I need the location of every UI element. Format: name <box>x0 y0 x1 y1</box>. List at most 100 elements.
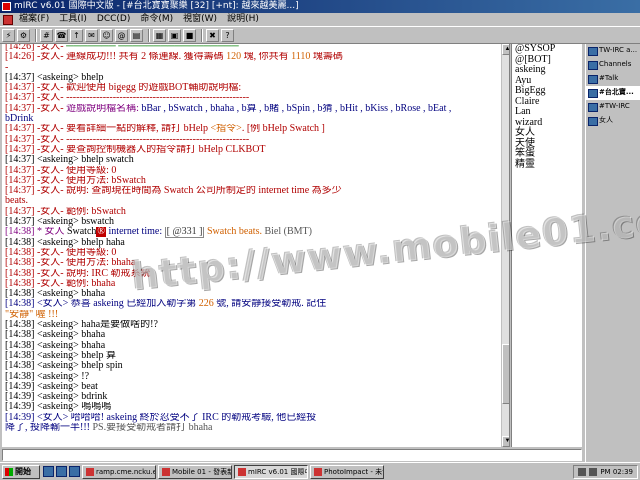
chat-input[interactable] <box>2 449 582 461</box>
chat-scrollbar[interactable]: ▲ ▼ <box>501 44 509 447</box>
taskbar-button[interactable]: mIRC v6.01 國際中... <box>234 464 308 479</box>
cascade-icon[interactable]: ▣ <box>168 28 181 42</box>
chat-line: [14:37] -女人- 使用方法: bSwatch <box>5 176 499 186</box>
chat-text: "安靜" 喔 !!! <box>5 309 59 320</box>
chat-log[interactable]: [14:26] -女人- ─────── ───────────────── [1… <box>2 44 510 447</box>
urls-icon[interactable]: @ <box>115 28 128 42</box>
help-icon[interactable]: ? <box>221 28 234 42</box>
chat-text: [14:26] -女人- <box>5 44 67 52</box>
connect-icon[interactable]: ⚡ <box>2 28 15 42</box>
chat-text: [14:37] -女人- 要查詢控制機器人的指令請打 bHelp CLKBOT <box>5 144 266 155</box>
chat-line: beats. <box>5 196 499 206</box>
dcc-chat-icon[interactable]: ✉ <box>85 28 98 42</box>
chat-line: [14:37] -女人- ---------------------------… <box>5 135 499 145</box>
taskbar-button-label: ramp.cme.ncku.edu.tw... <box>96 467 155 476</box>
chat-text: [14:38] * 女人 <box>5 227 67 238</box>
taskbar-button[interactable]: ramp.cme.ncku.edu.tw... <box>82 464 156 479</box>
volume-icon[interactable] <box>578 467 587 476</box>
switchbar-item[interactable]: 女人 <box>586 114 640 128</box>
chat-text: [14:38] <askeing> bhelp haha <box>5 237 125 248</box>
app-icon <box>86 467 94 476</box>
chat-line: [14:37] <askeing> bswatch <box>5 217 499 227</box>
taskbar-button-label: PhotoImpact - 未命... <box>324 467 383 476</box>
nick-item[interactable]: @SYSOP <box>512 44 582 55</box>
chat-text: [14:37] <askeing> bswatch <box>5 217 115 228</box>
chat-text: 塊籌碼 <box>310 52 343 63</box>
switchbar-item[interactable]: TW-IRC a... <box>586 44 640 58</box>
menu-window[interactable]: 視窗(W) <box>178 13 222 26</box>
log-icon[interactable]: ▤ <box>130 28 143 42</box>
chat-text: [14:39] <askeing> 嗚嗚嗚 <box>5 402 112 413</box>
chat-text: <指令> <box>210 124 242 135</box>
chat-line: [14:37] -女人- 遊戲說明檔名稱: bBar , bSwatch , b… <box>5 104 499 114</box>
chat-text: [14:38] -女人- 使用等級: 0 <box>5 247 117 258</box>
mirc-app-icon[interactable] <box>2 2 11 11</box>
chat-text: [14:38] -女人- 說明: IRC 勒戒系統 <box>5 268 151 279</box>
chat-line: [14:26] -女人- ─────── ───────────────── <box>5 44 499 52</box>
chat-line: [14:38] <askeing> !? <box>5 372 499 382</box>
channels-icon[interactable]: # <box>40 28 53 42</box>
chat-text: Swatch <box>66 227 97 238</box>
switchbar-item[interactable]: #TW-IRC <box>586 100 640 114</box>
scroll-thumb[interactable] <box>502 344 509 404</box>
chat-line: [14:39] <askeing> bdrink <box>5 392 499 402</box>
toolbar-separator <box>201 28 203 42</box>
task-buttons: ramp.cme.ncku.edu.tw... Mobile 01 - 發表新..… <box>82 464 386 479</box>
chat-text: [14:37] <askeing> bhelp swatch <box>5 155 134 166</box>
chat-text: [14:38] <askeing> haha是要做啥的!? <box>5 320 158 331</box>
nick-item[interactable]: Lan <box>512 106 582 118</box>
colors-icon[interactable]: ■ <box>183 28 196 42</box>
menu-help[interactable]: 說明(H) <box>222 13 264 26</box>
chat-text: [14:39] <女人> 哈哈哈! askeing 終於忍受不了 IRC 的勒戒… <box>5 412 317 423</box>
switchbar-item[interactable]: Channels <box>586 58 640 72</box>
tile-icon[interactable]: ▦ <box>153 28 166 42</box>
chat-line: [14:37] <askeing> bhelp swatch <box>5 155 499 165</box>
chat-text: [14:37] -女人- 範例: bSwatch <box>5 206 126 217</box>
chat-line: [14:38] <askeing> bhelp 算 <box>5 351 499 361</box>
chat-text: [14:38] <女人> 恭喜 askeing 已經加入勒字第 <box>5 299 199 310</box>
nick-item[interactable]: askeing <box>512 64 582 76</box>
nick-item[interactable]: 笨蛋 <box>512 148 582 160</box>
start-button[interactable]: 開始 <box>2 464 40 479</box>
browser-quicklaunch-icon[interactable] <box>56 466 67 477</box>
taskbar-button[interactable]: Mobile 01 - 發表新... <box>158 464 232 479</box>
chat-text: [ @331 ] <box>164 227 205 238</box>
menu-commands[interactable]: 命令(M) <box>135 13 178 26</box>
chat-text: [14:38] -女人- 範例: bhaha <box>5 278 116 289</box>
menu-file[interactable]: 檔案(F) <box>14 13 54 26</box>
dcc-send-icon[interactable]: ↑ <box>70 28 83 42</box>
mail-quicklaunch-icon[interactable] <box>69 466 80 477</box>
stop-icon[interactable]: ✖ <box>206 28 219 42</box>
notify-icon[interactable]: ☺ <box>100 28 113 42</box>
desktop-icon[interactable] <box>43 466 54 477</box>
menu-tools[interactable]: 工具(I) <box>54 13 92 26</box>
switchbar-item[interactable]: #台北寶... <box>586 86 640 100</box>
chat-line: [14:38] <askeing> bhaha <box>5 330 499 340</box>
switchbar-item[interactable]: #Talk <box>586 72 640 86</box>
chat-text: [14:38] <askeing> bhaha <box>5 289 106 300</box>
address-book-icon[interactable]: ☎ <box>55 28 68 42</box>
nick-list[interactable]: @SYSOP @[BOT] askeing Ayu BigEgg Claire Lan wiz… <box>511 44 582 447</box>
chat-text: [14:37] -女人- <box>5 103 67 114</box>
system-menu-icon[interactable] <box>0 13 14 26</box>
nick-item[interactable]: 女人 <box>512 127 582 139</box>
nick-item[interactable]: BigEgg <box>512 85 582 97</box>
chat-text: [14:38] <askeing> bhelp spin <box>5 361 123 372</box>
chat-text: 號, 請安靜接受勒戒. 記住 <box>213 299 327 310</box>
nick-item[interactable]: 精靈 <box>512 159 582 171</box>
network-icon[interactable] <box>589 467 598 476</box>
menu-dcc[interactable]: DCC(D) <box>92 13 135 26</box>
chat-text: [14:37] -女人- ---------------------------… <box>5 134 250 145</box>
chat-text: [14:37] -女人- 歡迎使用 bigegg 的遊戲BOT輔助說明檔: <box>5 83 242 94</box>
clock: PM 02:39 <box>600 467 633 476</box>
chat-text: ® <box>96 227 107 238</box>
chat-text: [14:38] <askeing> !? <box>5 371 90 382</box>
scroll-down-arrow-icon[interactable]: ▼ <box>502 436 509 447</box>
options-icon[interactable]: ⚙ <box>17 28 30 42</box>
chat-line: [14:37] -女人- 說明: 查詢現在時間為 Swatch 公司所制定的 i… <box>5 186 499 196</box>
chat-line: "安靜" 喔 !!! <box>5 310 499 320</box>
taskbar-button[interactable]: PhotoImpact - 未命... <box>310 464 384 479</box>
switchbar: TW-IRC a... Channels #Talk #台北寶... #TW-IRC 女人 <box>585 44 640 462</box>
chat-text: [14:37] -女人- 使用方法: bSwatch <box>5 175 146 186</box>
scroll-up-arrow-icon[interactable]: ▲ <box>502 44 509 55</box>
